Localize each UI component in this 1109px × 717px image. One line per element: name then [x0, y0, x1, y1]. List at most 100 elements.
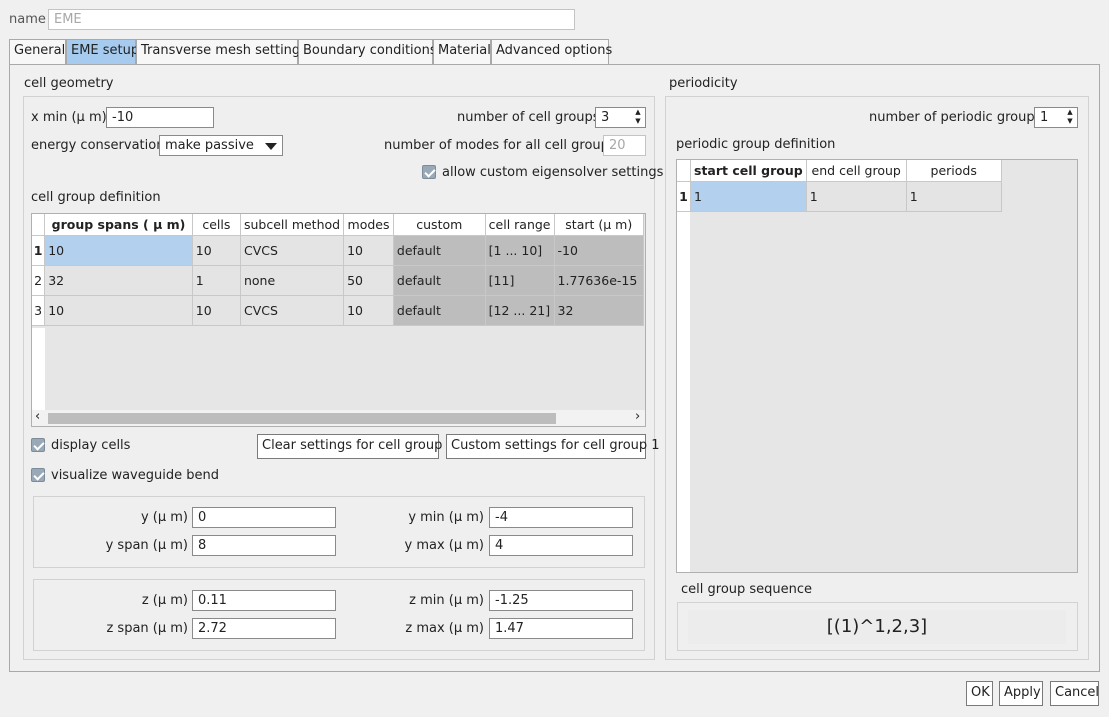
custom-settings-button[interactable]: Custom settings for cell group 1	[446, 434, 660, 459]
col-header-cell-range[interactable]: cell range	[484, 214, 555, 236]
col-header-cells[interactable]: cells	[191, 214, 241, 236]
display-cells-checkbox[interactable]	[31, 438, 45, 452]
num-modes-input[interactable]: 20	[603, 135, 646, 156]
chevron-down-icon	[265, 143, 277, 150]
name-label: name	[9, 12, 46, 27]
energy-conservation-label: energy conservation	[31, 138, 165, 153]
cell-modes[interactable]: 50	[343, 265, 394, 296]
clear-settings-button[interactable]: Clear settings for cell group 1	[257, 434, 455, 459]
spin-arrows-icon[interactable]: ▲ ▼	[1065, 108, 1075, 126]
ymin-input[interactable]: -4	[489, 507, 633, 528]
name-field[interactable]: EME	[48, 9, 575, 30]
cell-range: [1 ... 10]	[484, 235, 555, 266]
row-number: 3	[32, 295, 46, 326]
tab-advanced-options[interactable]: Advanced options	[491, 39, 612, 64]
energy-conservation-value: make passive	[165, 138, 254, 153]
col-header-custom[interactable]: custom	[392, 214, 486, 236]
z-input[interactable]: 0.11	[192, 590, 336, 611]
cell-group-span[interactable]: 32	[44, 265, 193, 296]
tab-boundary-conditions[interactable]: Boundary conditions	[298, 39, 437, 64]
cell-group-span[interactable]: 10	[44, 235, 193, 266]
table-row[interactable]: 3 10 10 CVCS 10 default [12 ... 21] 32	[32, 295, 645, 326]
tab-transverse-mesh-settings[interactable]: Transverse mesh settings	[136, 39, 307, 64]
z-label: z (μ m)	[141, 593, 188, 608]
cell-cells[interactable]: 1	[191, 265, 241, 296]
visualize-waveguide-bend-label: visualize waveguide bend	[51, 468, 219, 483]
horizontal-scrollbar[interactable]: ‹ ›	[32, 409, 645, 426]
periodic-group-definition-label: periodic group definition	[676, 137, 836, 152]
table-row[interactable]: 1 10 10 CVCS 10 default [1 ... 10] -10	[32, 235, 645, 266]
cell-subcell-method[interactable]: none	[239, 265, 345, 296]
row-header-corner	[32, 214, 46, 236]
col-header-subcell-method[interactable]: subcell method	[239, 214, 345, 236]
allow-custom-eigensolver-label: allow custom eigensolver settings	[442, 165, 664, 180]
col-header-end-cell-group[interactable]: end cell group	[805, 160, 907, 182]
cell-cells[interactable]: 10	[191, 235, 241, 266]
tab-eme-setup[interactable]: EME setup	[66, 39, 139, 64]
zspan-input[interactable]: 2.72	[192, 618, 336, 639]
cell-custom: default	[392, 295, 486, 326]
ymax-input[interactable]: 4	[489, 535, 633, 556]
num-periodic-groups-spinbox[interactable]: 1 ▲ ▼	[1034, 107, 1078, 128]
num-cell-groups-value: 3	[601, 110, 610, 125]
yspan-label: y span (μ m)	[105, 538, 188, 553]
cell-subcell-method[interactable]: CVCS	[239, 295, 345, 326]
cell-group-span[interactable]: 10	[44, 295, 193, 326]
chevron-right-icon[interactable]: ›	[635, 409, 640, 424]
tab-material[interactable]: Material	[433, 39, 491, 64]
ok-button[interactable]: OK	[966, 681, 993, 706]
ymin-label: y min (μ m)	[408, 510, 484, 525]
spin-arrows-icon[interactable]: ▲ ▼	[633, 108, 643, 126]
cell-start-cell-group[interactable]: 1	[690, 181, 807, 212]
cancel-button[interactable]: Cancel	[1050, 681, 1099, 706]
cell-group-sequence-box: [(1)^1,2,3]	[677, 602, 1078, 651]
xmin-input[interactable]: -10	[106, 107, 214, 128]
col-header-group-spans[interactable]: group spans ( μ m)	[44, 214, 193, 236]
y-input[interactable]: 0	[192, 507, 336, 528]
num-periodic-groups-value: 1	[1040, 110, 1049, 125]
col-header-periods[interactable]: periods	[905, 160, 1002, 182]
apply-button[interactable]: Apply	[999, 681, 1043, 706]
periodicity-title: periodicity	[669, 76, 738, 91]
cell-end-cell-group[interactable]: 1	[805, 181, 907, 212]
cell-subcell-method[interactable]: CVCS	[239, 235, 345, 266]
tab-general[interactable]: General	[9, 39, 66, 64]
row-number: 1	[32, 235, 46, 266]
zspan-label: z span (μ m)	[106, 621, 188, 636]
zmin-input[interactable]: -1.25	[489, 590, 633, 611]
cell-geometry-title: cell geometry	[24, 76, 114, 91]
col-header-start-cell-group[interactable]: start cell group	[690, 160, 807, 182]
cell-start: -10	[553, 235, 645, 266]
chevron-left-icon[interactable]: ‹	[35, 409, 40, 424]
display-cells-label: display cells	[51, 438, 131, 453]
visualize-waveguide-bend-checkbox[interactable]	[31, 468, 45, 482]
zmax-input[interactable]: 1.47	[489, 618, 633, 639]
num-modes-label: number of modes for all cell groups	[384, 138, 616, 153]
ymax-label: y max (μ m)	[404, 538, 485, 553]
num-periodic-groups-label: number of periodic groups	[869, 110, 1042, 125]
yspan-input[interactable]: 8	[192, 535, 336, 556]
col-header-modes[interactable]: modes	[343, 214, 394, 236]
cell-modes[interactable]: 10	[343, 235, 394, 266]
row-header-corner	[677, 160, 691, 182]
row-header-strip	[32, 328, 45, 412]
zmax-label: z max (μ m)	[405, 621, 484, 636]
table-row[interactable]: 1 1 1 1	[677, 181, 1002, 212]
periodic-group-table: start cell group end cell group periods …	[676, 159, 1078, 573]
cell-periods[interactable]: 1	[905, 181, 1002, 212]
cell-start: 32	[553, 295, 645, 326]
num-cell-groups-label: number of cell groups	[457, 110, 600, 125]
row-header-strip	[677, 212, 690, 572]
cell-group-sequence-value: [(1)^1,2,3]	[688, 610, 1066, 644]
cell-modes[interactable]: 10	[343, 295, 394, 326]
cell-cells[interactable]: 10	[191, 295, 241, 326]
cell-range: [11]	[484, 265, 555, 296]
allow-custom-eigensolver-checkbox[interactable]	[422, 165, 436, 179]
table-row[interactable]: 2 32 1 none 50 default [11] 1.77636e-15	[32, 265, 645, 296]
col-header-start[interactable]: start (μ m)	[553, 214, 645, 236]
num-cell-groups-spinbox[interactable]: 3 ▲ ▼	[595, 107, 646, 128]
cell-group-sequence-label: cell group sequence	[681, 582, 813, 597]
energy-conservation-select[interactable]: make passive	[159, 135, 283, 156]
cell-custom: default	[392, 265, 486, 296]
scrollbar-thumb[interactable]	[48, 413, 556, 424]
